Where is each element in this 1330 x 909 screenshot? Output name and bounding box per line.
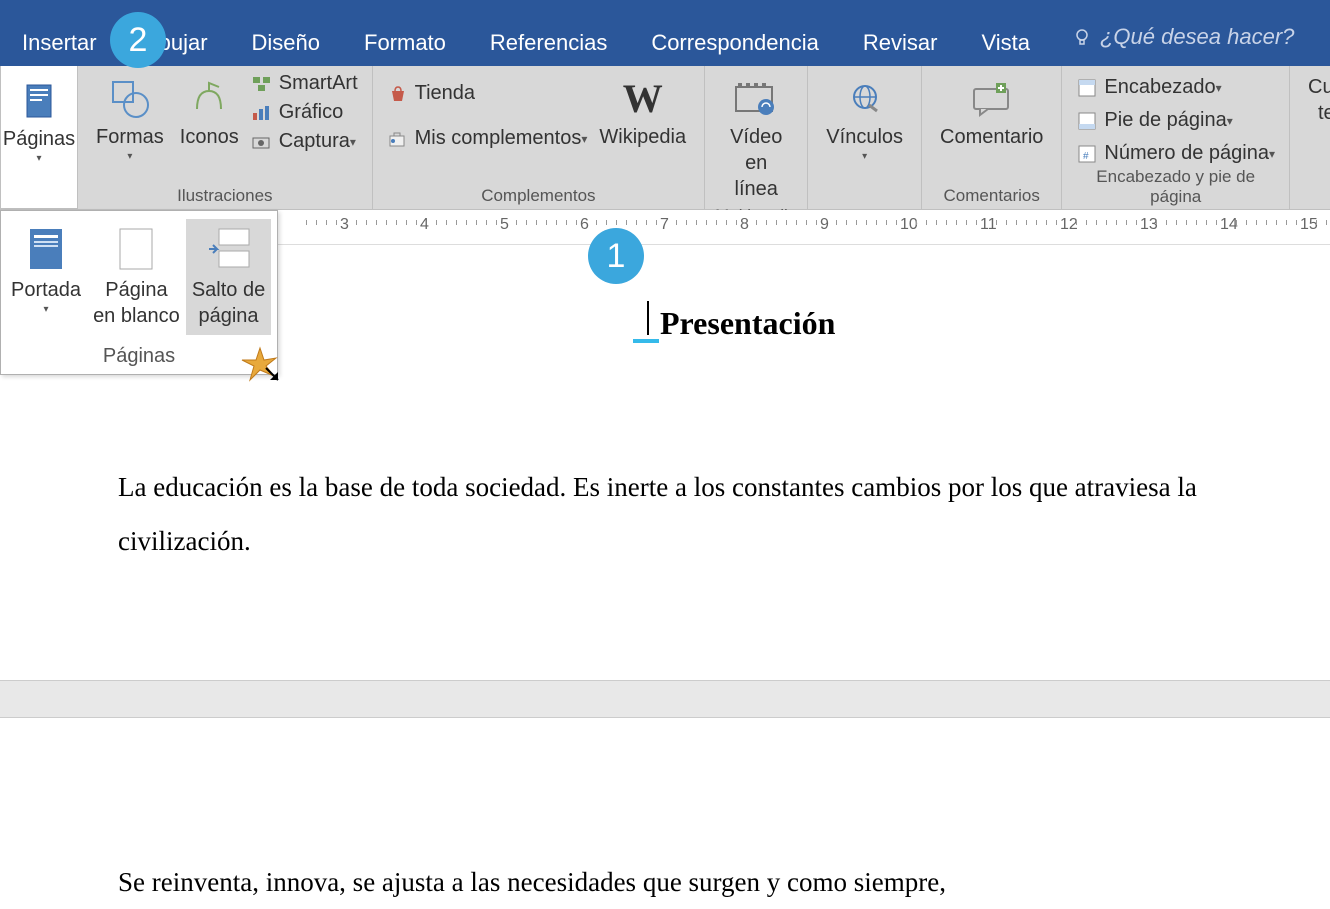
tab-correspondencia[interactable]: Correspondencia bbox=[629, 24, 841, 62]
cuadro-texto-button[interactable]: Cua te bbox=[1300, 70, 1330, 130]
paragraph-2: Se reinventa, innova, se ajusta a las ne… bbox=[118, 855, 1198, 909]
group-ilustraciones: Formas ▾ Iconos SmartArt Gráfico Captura… bbox=[78, 66, 373, 210]
iconos-button[interactable]: Iconos bbox=[172, 70, 247, 154]
tab-diseno[interactable]: Diseño bbox=[230, 24, 342, 62]
ribbon-tabs: Insertar bujar Diseño Formato Referencia… bbox=[0, 0, 1330, 66]
enc-label: Encabezado bbox=[1104, 76, 1215, 99]
vinculos-label: Vínculos bbox=[826, 124, 903, 150]
iconos-label: Iconos bbox=[180, 124, 239, 150]
group-label-complementos: Complementos bbox=[481, 186, 595, 208]
group-label-comentarios: Comentarios bbox=[944, 186, 1040, 208]
lightbulb-icon bbox=[1072, 27, 1092, 47]
comentario-label: Comentario bbox=[940, 124, 1043, 150]
svg-text:#: # bbox=[1083, 151, 1089, 162]
tab-referencias[interactable]: Referencias bbox=[468, 24, 629, 62]
salto-l2: página bbox=[198, 303, 258, 329]
numero-pagina-button[interactable]: # Número de página bbox=[1076, 142, 1275, 165]
tienda-button[interactable]: Tienda bbox=[387, 82, 588, 105]
num-label: Número de página bbox=[1104, 142, 1269, 165]
ruler-number: 8 bbox=[740, 216, 749, 234]
portada-button[interactable]: Portada ▾ bbox=[5, 219, 87, 335]
text-cursor bbox=[647, 301, 649, 335]
grafico-button[interactable]: Gráfico bbox=[251, 101, 358, 124]
ruler-number: 15 bbox=[1300, 216, 1318, 234]
formas-label: Formas bbox=[96, 124, 164, 150]
cursor-underline bbox=[633, 339, 659, 343]
ruler-number: 12 bbox=[1060, 216, 1078, 234]
mis-complementos-button[interactable]: Mis complementos bbox=[387, 127, 588, 150]
wikipedia-button[interactable]: W Wikipedia bbox=[591, 70, 694, 154]
portada-label: Portada bbox=[11, 277, 81, 303]
blanco-l1: Página bbox=[105, 277, 167, 303]
group-cuadro: Cua te bbox=[1290, 66, 1330, 210]
page-break-gap bbox=[0, 680, 1330, 718]
pages-dropdown-group-label: Páginas bbox=[1, 339, 277, 374]
grafico-label: Gráfico bbox=[279, 101, 343, 124]
video-label2: en línea bbox=[723, 150, 789, 202]
smartart-button[interactable]: SmartArt bbox=[251, 72, 358, 95]
group-label-ilustraciones: Ilustraciones bbox=[177, 186, 272, 208]
formas-button[interactable]: Formas ▾ bbox=[88, 70, 172, 167]
group-vinculos: Vínculos ▾ bbox=[808, 66, 922, 210]
wikipedia-label: Wikipedia bbox=[599, 124, 686, 150]
click-indicator-icon bbox=[240, 344, 288, 388]
vinculos-button[interactable]: Vínculos ▾ bbox=[818, 70, 911, 167]
group-comentarios: Comentario Comentarios bbox=[922, 66, 1062, 210]
salto-l1: Salto de bbox=[192, 277, 265, 303]
ruler-number: 9 bbox=[820, 216, 829, 234]
tab-revisar[interactable]: Revisar bbox=[841, 24, 960, 62]
tell-me-search[interactable]: ¿Qué desea hacer? bbox=[1072, 24, 1294, 50]
tell-me-label: ¿Qué desea hacer? bbox=[1100, 24, 1294, 50]
group-headerfooter: Encabezado Pie de página # Número de pági… bbox=[1062, 66, 1290, 210]
ruler-number: 11 bbox=[980, 216, 997, 234]
callout-badge-2: 2 bbox=[110, 12, 166, 68]
captura-label: Captura bbox=[279, 130, 350, 153]
horizontal-ruler: 3 4 5 6 7 8 9 10 11 12 13 14 15 bbox=[278, 210, 1330, 245]
captura-button[interactable]: Captura bbox=[251, 130, 358, 153]
pages-dropdown-panel: Portada ▾ Página en blanco Salto de pági… bbox=[0, 210, 278, 375]
tab-insertar[interactable]: Insertar bbox=[0, 24, 119, 65]
cuadro-l2: te bbox=[1318, 100, 1330, 126]
pie-button[interactable]: Pie de página bbox=[1076, 109, 1275, 132]
tienda-label: Tienda bbox=[415, 82, 475, 105]
ruler-number: 4 bbox=[420, 216, 429, 234]
comentario-button[interactable]: Comentario bbox=[932, 70, 1051, 154]
miscomp-label: Mis complementos bbox=[415, 127, 582, 150]
callout-badge-1: 1 bbox=[588, 228, 644, 284]
ruler-number: 10 bbox=[900, 216, 918, 234]
ruler-number: 6 bbox=[580, 216, 589, 234]
smartart-label: SmartArt bbox=[279, 72, 358, 95]
blanco-l2: en blanco bbox=[93, 303, 180, 329]
paragraph-1: La educación es la base de toda sociedad… bbox=[118, 460, 1198, 568]
pages-label: Páginas bbox=[3, 126, 75, 152]
tab-vista[interactable]: Vista bbox=[959, 24, 1052, 62]
pages-button[interactable]: Páginas ▾ bbox=[0, 66, 78, 209]
group-label-headerfooter: Encabezado y pie de página bbox=[1072, 167, 1279, 209]
tab-formato[interactable]: Formato bbox=[342, 24, 468, 62]
salto-pagina-button[interactable]: Salto de página bbox=[186, 219, 271, 335]
ruler-number: 7 bbox=[660, 216, 669, 234]
video-online-button[interactable]: Vídeo en línea bbox=[715, 70, 797, 206]
doc-heading: Presentación bbox=[660, 305, 835, 342]
video-label1: Vídeo bbox=[730, 124, 782, 150]
ruler-number: 3 bbox=[340, 216, 349, 234]
pie-label: Pie de página bbox=[1104, 109, 1226, 132]
ruler-number: 5 bbox=[500, 216, 509, 234]
ruler-number: 13 bbox=[1140, 216, 1158, 234]
ribbon-content: Páginas ▾ Formas ▾ Iconos SmartArt Gráfi… bbox=[0, 66, 1330, 210]
group-multimedia: Vídeo en línea Multimedia bbox=[705, 66, 808, 210]
cuadro-l1: Cua bbox=[1308, 74, 1330, 100]
ruler-number: 14 bbox=[1220, 216, 1238, 234]
encabezado-button[interactable]: Encabezado bbox=[1076, 76, 1275, 99]
group-complementos: Tienda Mis complementos W Wikipedia Comp… bbox=[373, 66, 705, 210]
pagina-blanco-button[interactable]: Página en blanco bbox=[87, 219, 186, 335]
